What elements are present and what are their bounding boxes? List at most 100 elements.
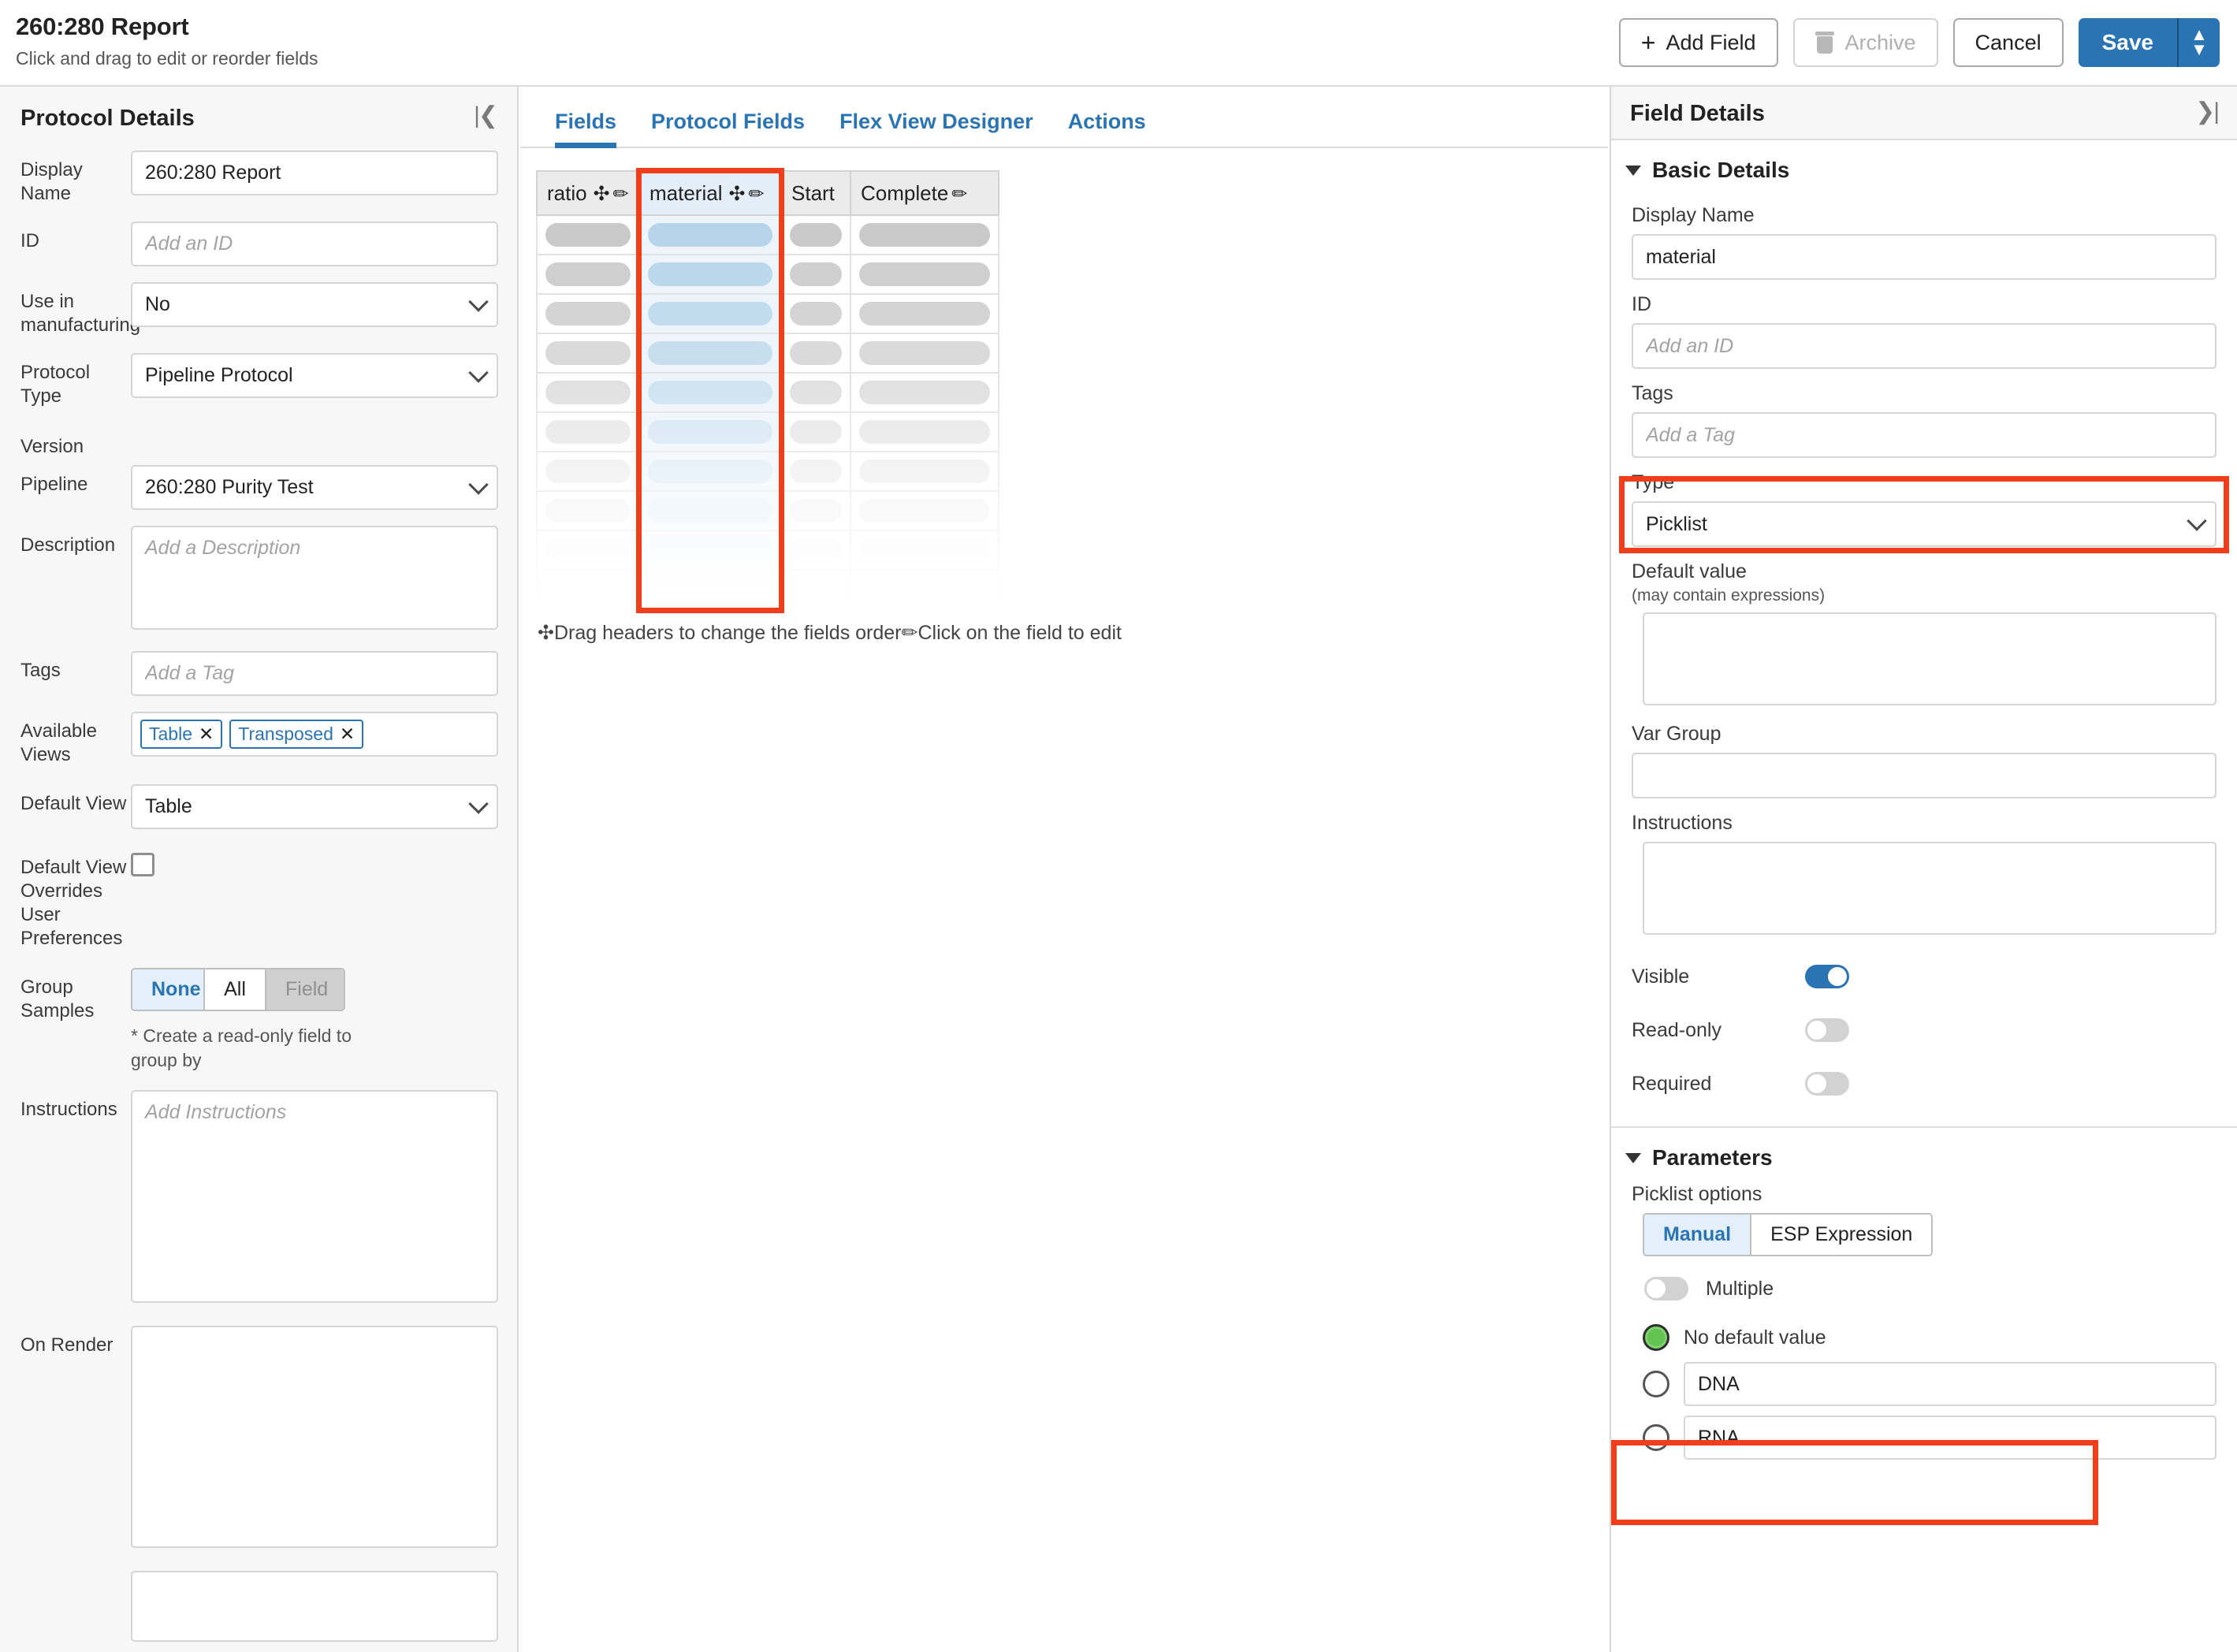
section-parameters[interactable]: Parameters: [1611, 1128, 2237, 1178]
picklist-option-radio-rna[interactable]: [1643, 1424, 1669, 1451]
table-cell: [850, 569, 999, 610]
use-in-manufacturing-label: Use in manufacturing: [20, 291, 141, 336]
field-id-input[interactable]: [1632, 323, 2217, 369]
field-type-select[interactable]: [1632, 501, 2217, 547]
table-cell: [638, 254, 782, 295]
tab-protocol-fields[interactable]: Protocol Fields: [634, 110, 822, 147]
table-cell: [780, 530, 851, 571]
pencil-icon[interactable]: ✏: [748, 184, 764, 205]
move-icon[interactable]: ✣: [728, 183, 745, 205]
group-samples-option-none[interactable]: None: [132, 969, 205, 1010]
description-textarea[interactable]: [131, 526, 498, 630]
picklist-option-input-rna[interactable]: [1684, 1416, 2217, 1460]
field-readonly-toggle[interactable]: [1805, 1018, 1849, 1042]
skeleton-placeholder: [859, 420, 990, 444]
tab-flex-view-designer[interactable]: Flex View Designer: [822, 110, 1051, 147]
pipeline-label: Pipeline: [20, 474, 88, 495]
field-var-group-input[interactable]: [1632, 753, 2217, 798]
column-header-complete[interactable]: Complete ✏: [850, 170, 999, 216]
group-samples-option-field: Field: [266, 969, 344, 1010]
use-in-manufacturing-select[interactable]: [131, 282, 498, 327]
view-chip-transposed-label: Transposed: [238, 724, 333, 744]
table-cell: [536, 411, 640, 452]
display-name-input[interactable]: [131, 151, 498, 195]
group-samples-option-all[interactable]: All: [205, 969, 266, 1010]
field-default-value-textarea[interactable]: [1643, 612, 2217, 705]
group-samples-hint: * Create a read-only field to group by: [131, 1025, 352, 1071]
instructions-textarea[interactable]: [131, 1090, 498, 1304]
table-row: [536, 530, 999, 571]
tags-input[interactable]: [131, 651, 498, 696]
default-view-overrides-checkbox[interactable]: [131, 853, 154, 876]
archive-button[interactable]: Archive: [1792, 18, 1938, 67]
table-cell: [638, 293, 782, 334]
on-render-textarea[interactable]: [131, 1326, 498, 1549]
collapse-left-icon[interactable]: |❮: [474, 102, 498, 129]
picklist-mode-manual[interactable]: Manual: [1644, 1215, 1752, 1255]
legend-move-text: Drag headers to change the fields order: [553, 622, 902, 644]
available-views-chipbox[interactable]: Table ✕ Transposed ✕: [131, 712, 498, 757]
extra-textarea[interactable]: [131, 1571, 498, 1643]
pipeline-select[interactable]: [131, 465, 498, 510]
skeleton-placeholder: [648, 420, 772, 444]
tab-fields[interactable]: Fields: [538, 110, 634, 148]
column-header-start[interactable]: Start: [780, 170, 851, 216]
save-button[interactable]: Save: [2078, 18, 2177, 67]
collapse-right-icon[interactable]: ❯|: [2195, 98, 2220, 125]
table-cell: [850, 490, 999, 531]
table-cell: [780, 411, 851, 452]
save-dropdown-toggle[interactable]: ▲ ▼: [2177, 18, 2220, 67]
protocol-type-select[interactable]: [131, 353, 498, 398]
remove-chip-icon[interactable]: ✕: [340, 724, 355, 745]
view-chip-table[interactable]: Table ✕: [140, 720, 223, 749]
field-instructions-textarea[interactable]: [1643, 842, 2217, 935]
default-view-select[interactable]: [131, 784, 498, 829]
tab-actions[interactable]: Actions: [1051, 110, 1163, 147]
column-header-ratio[interactable]: ratio ✣ ✏: [536, 170, 640, 216]
skeleton-placeholder: [545, 302, 631, 326]
skeleton-placeholder: [790, 578, 842, 601]
add-field-button[interactable]: + Add Field: [1618, 18, 1778, 67]
extra-label: [20, 1571, 131, 1579]
skeleton-placeholder: [545, 223, 631, 247]
field-required-toggle[interactable]: [1805, 1072, 1849, 1096]
move-icon[interactable]: ✣: [594, 183, 610, 205]
multiple-toggle[interactable]: [1644, 1277, 1688, 1300]
protocol-details-title: Protocol Details: [20, 106, 195, 131]
pencil-icon[interactable]: ✏: [613, 184, 629, 205]
tags-label: Tags: [20, 660, 61, 681]
field-row-instructions: Instructions: [0, 1090, 517, 1307]
cancel-button[interactable]: Cancel: [1952, 18, 2064, 67]
field-tags-input[interactable]: [1632, 412, 2217, 458]
picklist-option-input-dna[interactable]: [1684, 1362, 2217, 1406]
picklist-option-radio-dna[interactable]: [1643, 1371, 1669, 1397]
remove-chip-icon[interactable]: ✕: [199, 724, 214, 745]
view-chip-transposed[interactable]: Transposed ✕: [229, 720, 364, 749]
picklist-mode-esp-expression[interactable]: ESP Expression: [1751, 1215, 1932, 1255]
field-visible-toggle[interactable]: [1805, 965, 1849, 988]
fields-table-area: ratio ✣ ✏ material ✣ ✏ Start Complete ✏: [536, 168, 1608, 613]
top-bar: 260:280 Report Click and drag to edit or…: [0, 0, 2237, 87]
skeleton-placeholder: [859, 499, 990, 523]
id-input[interactable]: [131, 221, 498, 266]
pencil-icon[interactable]: ✏: [951, 184, 967, 205]
field-tags-label: Tags: [1632, 382, 1673, 404]
column-header-material[interactable]: material ✣ ✏: [638, 170, 782, 216]
skeleton-placeholder: [648, 302, 772, 326]
field-display-name-input[interactable]: [1632, 234, 2217, 280]
no-default-value-label: No default value: [1684, 1326, 1826, 1349]
table-row: [536, 214, 999, 255]
table-row: [536, 451, 999, 492]
version-label: Version: [20, 436, 84, 457]
field-var-group-label: Var Group: [1632, 723, 1721, 745]
table-cell: [536, 333, 640, 374]
field-default-value-sublabel: (may contain expressions): [1632, 586, 1826, 605]
table-cell: [850, 254, 999, 295]
section-basic-details[interactable]: Basic Details: [1611, 140, 2237, 191]
skeleton-placeholder: [545, 538, 631, 562]
skeleton-placeholder: [790, 499, 842, 523]
field-row-id: ID: [0, 221, 517, 266]
page-subtitle: Click and drag to edit or reorder fields: [16, 48, 318, 69]
no-default-value-radio[interactable]: [1643, 1324, 1669, 1351]
table-cell: [638, 372, 782, 413]
